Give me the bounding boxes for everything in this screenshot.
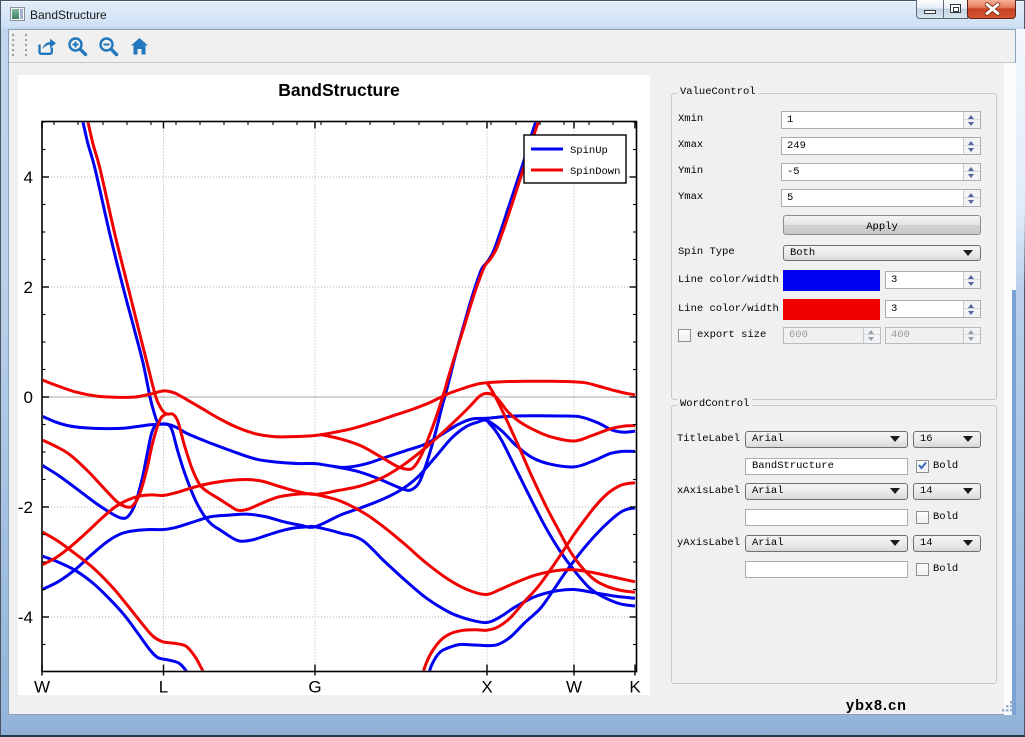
svg-text:-2: -2 (18, 498, 33, 517)
svg-text:X: X (481, 678, 492, 696)
svg-text:-4: -4 (18, 608, 33, 627)
svg-text:L: L (159, 678, 168, 696)
svg-text:SpinUp: SpinUp (570, 145, 608, 157)
svg-text:4: 4 (24, 168, 33, 187)
svg-text:BandStructure: BandStructure (278, 80, 400, 100)
svg-text:K: K (629, 678, 641, 696)
svg-text:SpinDown: SpinDown (570, 166, 620, 178)
svg-text:W: W (566, 678, 582, 696)
svg-text:0: 0 (24, 388, 33, 407)
svg-text:2: 2 (24, 278, 33, 297)
svg-text:G: G (308, 678, 321, 696)
svg-text:W: W (34, 678, 50, 696)
